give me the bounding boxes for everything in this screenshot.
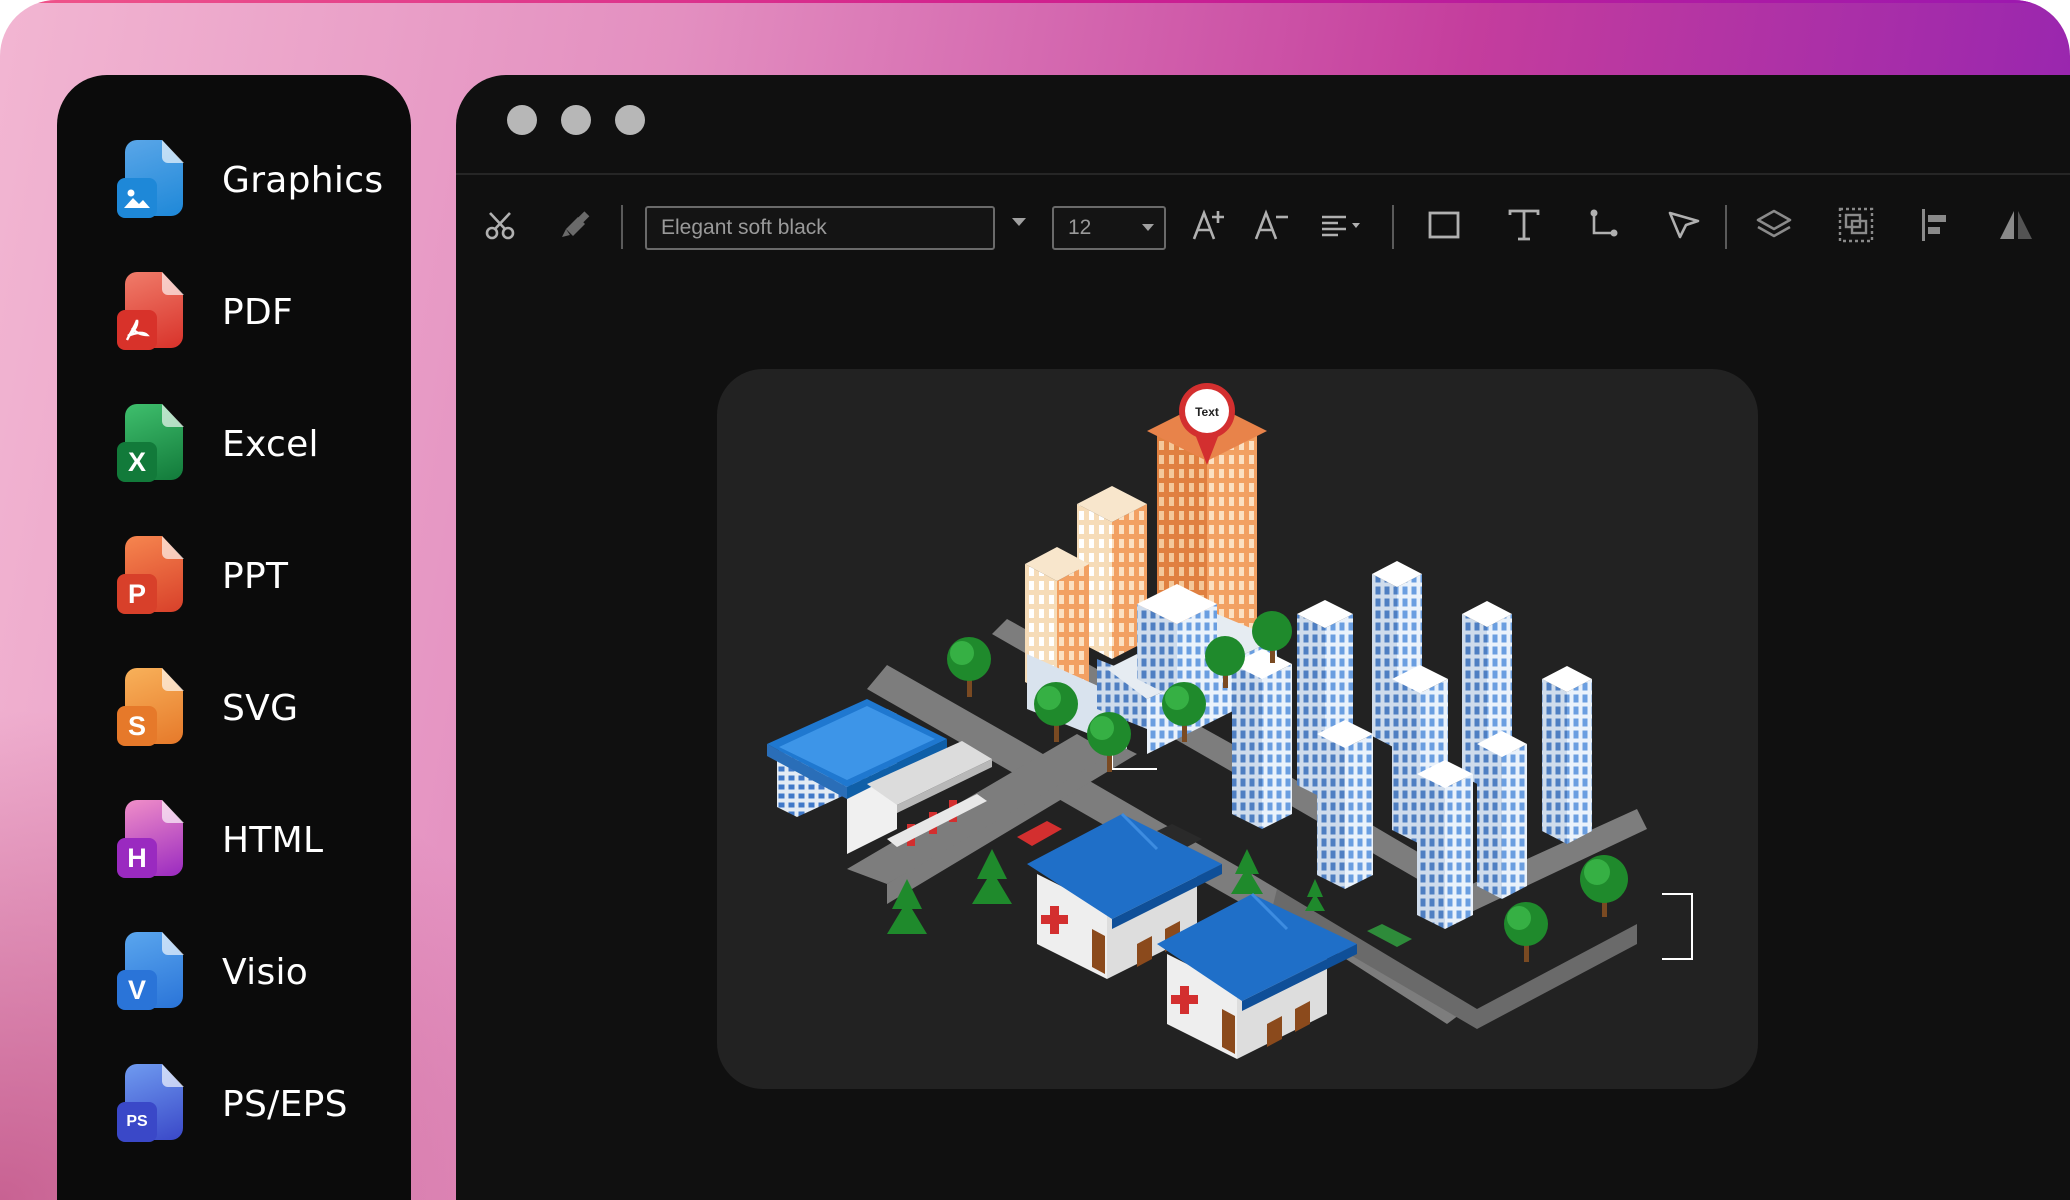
flip-icon[interactable] — [1994, 203, 2038, 247]
pdf-file-icon — [117, 270, 189, 354]
format-item-ps-eps[interactable]: PS PS/EPS — [117, 1059, 407, 1149]
format-item-label: SVG — [222, 687, 299, 729]
file-badge: X — [117, 442, 157, 482]
layers-icon[interactable] — [1752, 203, 1796, 247]
group-icon[interactable] — [1834, 203, 1878, 247]
cut-icon[interactable] — [480, 203, 524, 247]
editor-window: 12 — [456, 75, 2070, 1200]
file-badge: S — [117, 706, 157, 746]
rectangle-icon[interactable] — [1422, 203, 1466, 247]
visio-file-icon: V — [117, 930, 189, 1014]
excel-file-icon: X — [117, 402, 189, 486]
isometric-city-diagram[interactable]: Text — [717, 369, 1758, 1089]
format-item-label: PPT — [222, 555, 289, 597]
format-item-html[interactable]: H HTML — [117, 795, 407, 885]
connector-icon[interactable] — [1582, 203, 1626, 247]
titlebar-divider — [456, 173, 2070, 175]
format-item-label: PS/EPS — [222, 1083, 348, 1125]
font-size-value: 12 — [1068, 216, 1092, 239]
ppt-file-icon: P — [117, 534, 189, 618]
text-icon[interactable] — [1502, 203, 1546, 247]
format-item-label: Excel — [222, 423, 319, 465]
html-file-icon: H — [117, 798, 189, 882]
format-item-pdf[interactable]: PDF — [117, 267, 407, 357]
format-item-svg[interactable]: S SVG — [117, 663, 407, 753]
font-size-select[interactable]: 12 — [1052, 206, 1166, 250]
format-item-ppt[interactable]: P PPT — [117, 531, 407, 621]
format-item-excel[interactable]: X Excel — [117, 399, 407, 489]
window-dot-1[interactable] — [507, 105, 537, 135]
window-dot-2[interactable] — [561, 105, 591, 135]
file-badge: V — [117, 970, 157, 1010]
align-left-icon[interactable] — [1914, 203, 1958, 247]
file-badge — [117, 310, 157, 350]
pointer-icon[interactable] — [1662, 203, 1706, 247]
decrease-font-icon[interactable] — [1250, 203, 1294, 247]
svg-file-icon: S — [117, 666, 189, 750]
window-dot-3[interactable] — [615, 105, 645, 135]
format-item-graphics[interactable]: Graphics — [117, 135, 407, 225]
format-item-label: PDF — [222, 291, 294, 333]
file-badge: P — [117, 574, 157, 614]
format-item-label: Graphics — [222, 159, 384, 201]
increase-font-icon[interactable] — [1188, 203, 1232, 247]
file-badge: PS — [117, 1102, 157, 1142]
toolbar-separator — [1725, 205, 1727, 249]
toolbar-separator — [621, 205, 623, 249]
background-frame: Graphics PDF X Excel P PPT S SVG H HTML V Visio PS PS… — [0, 0, 2070, 1200]
font-family-input[interactable] — [645, 206, 995, 250]
format-item-visio[interactable]: V Visio — [117, 927, 407, 1017]
drawing-canvas[interactable]: Text — [717, 369, 1758, 1089]
file-badge — [117, 178, 157, 218]
font-family-dropdown-icon[interactable] — [1012, 218, 1026, 226]
file-badge: H — [117, 838, 157, 878]
ps-eps-file-icon: PS — [117, 1062, 189, 1146]
format-painter-icon[interactable] — [556, 203, 600, 247]
font-size-caret-icon — [1142, 224, 1154, 231]
format-item-label: Visio — [222, 951, 309, 993]
export-format-sidebar: Graphics PDF X Excel P PPT S SVG H HTML V Visio PS PS… — [57, 75, 411, 1200]
align-icon[interactable] — [1316, 203, 1370, 247]
image-file-icon — [117, 138, 189, 222]
toolbar-separator — [1392, 205, 1394, 249]
pin-text: Text — [1195, 405, 1219, 419]
format-item-label: HTML — [222, 819, 324, 861]
connector-line[interactable] — [1662, 893, 1693, 960]
